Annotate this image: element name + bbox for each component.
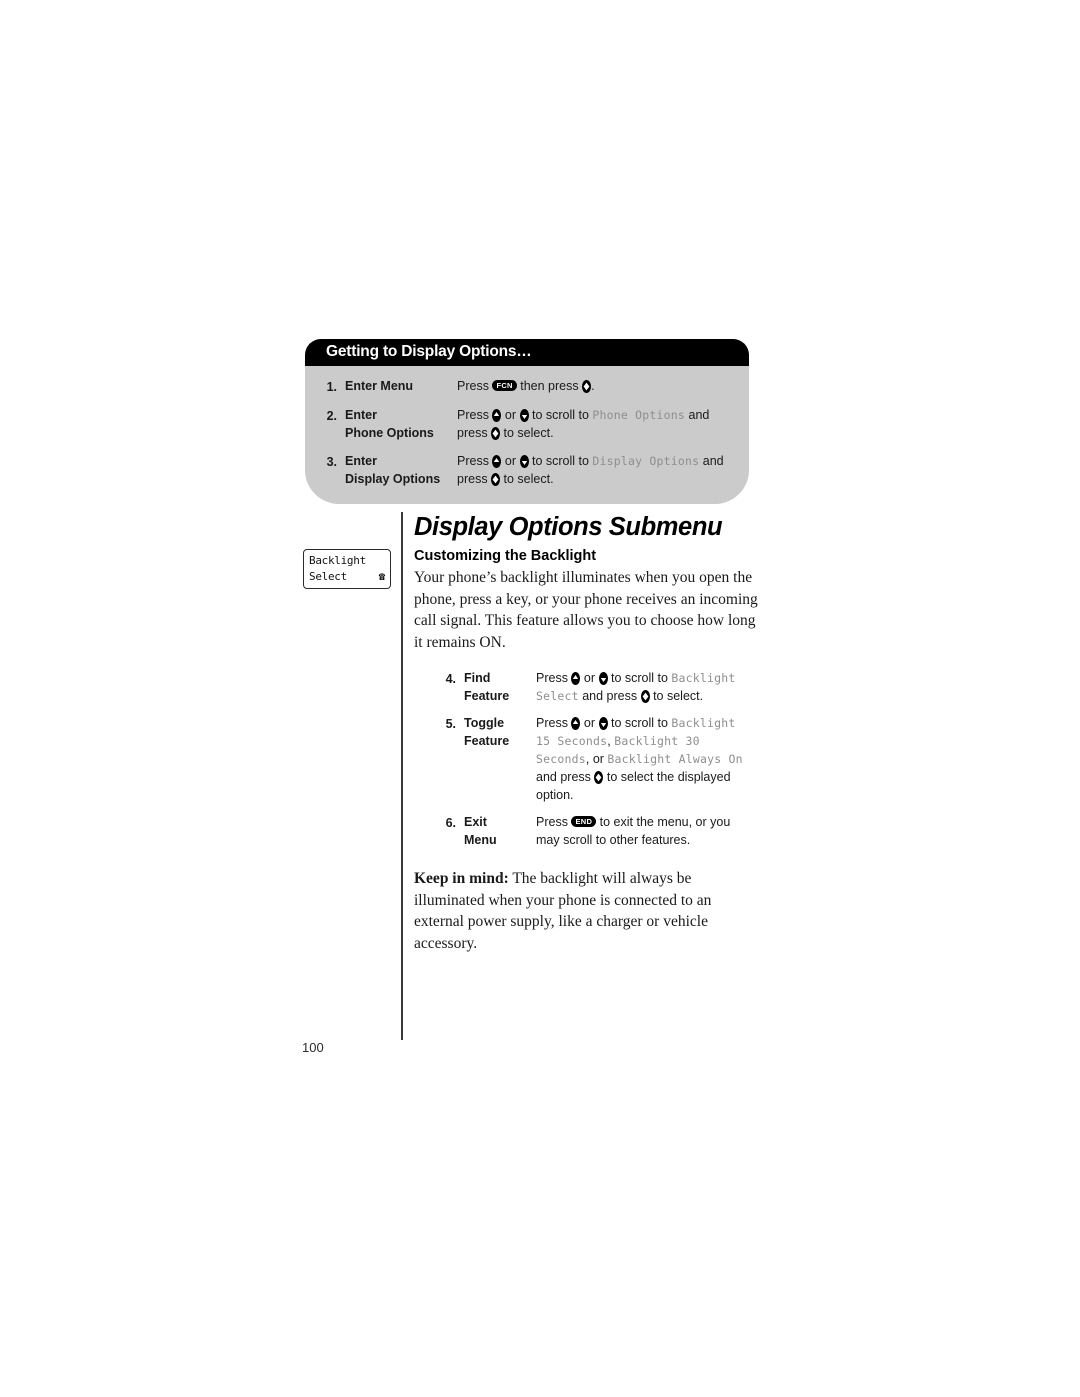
phone-display-thumbnail: Backlight Select ☎ [303, 549, 391, 589]
step-row: 3. Enter Display Options Press or to scroll… [305, 452, 749, 488]
step-label: Enter Phone Options [345, 408, 434, 440]
step-label: Enter Display Options [345, 454, 441, 486]
lower-steps-list: 4. Find Feature Press or to scroll to Backl… [430, 669, 750, 849]
phone-display-line-2-text: Select [309, 570, 347, 583]
step-row: 6. Exit Menu Press END to exit the menu, or… [430, 813, 750, 849]
end-key-icon: END [571, 816, 597, 827]
step-number: 5. [445, 717, 456, 731]
step-row: 2. Enter Phone Options Press or to scroll t… [305, 406, 749, 442]
nav-up-key-icon [492, 409, 502, 422]
step-label: Find Feature [464, 671, 510, 703]
phone-display-line-1: Backlight [309, 553, 385, 569]
step-label: Enter Menu [345, 379, 414, 393]
select-key-icon [640, 690, 650, 703]
nav-up-key-icon [492, 455, 502, 468]
telephone-icon: ☎ [378, 570, 386, 583]
step-row: 5. Toggle Feature Press or to scroll to Bac… [430, 714, 750, 804]
step-instruction: Press or to scroll to Backlight Select a… [536, 671, 736, 703]
column-divider-rule [401, 512, 403, 1040]
nav-up-key-icon [571, 717, 581, 730]
phone-display-line-2: Select ☎ [309, 569, 385, 585]
step-label: Exit Menu [464, 815, 497, 847]
lcd-text: Backlight Select [536, 671, 736, 703]
step-number: 1. [326, 380, 337, 394]
section-heading: Customizing the Backlight [414, 548, 597, 564]
select-key-icon [594, 771, 604, 784]
page-title: Display Options Submenu [414, 513, 723, 541]
nav-down-key-icon [598, 717, 608, 730]
lcd-text: Backlight Always On [607, 752, 743, 766]
step-instruction: Press or to scroll to Display Options an… [457, 454, 724, 486]
nav-down-key-icon [519, 409, 529, 422]
select-key-icon [582, 380, 592, 393]
step-number: 6. [445, 816, 456, 830]
lcd-text: Phone Options [592, 408, 686, 422]
step-number: 3. [326, 455, 337, 469]
callout-header-bar: Getting to Display Options… [305, 339, 749, 366]
phone-display-line-1-text: Backlight [309, 554, 366, 567]
page-number: 100 [302, 1040, 324, 1055]
step-instruction: Press or to scroll to Phone Options and … [457, 408, 710, 440]
fcn-key-icon: FCN [492, 380, 517, 391]
lcd-text: Display Options [592, 454, 700, 468]
step-instruction: Press FCN then press . [457, 379, 595, 393]
select-key-icon [491, 427, 501, 440]
nav-down-key-icon [519, 455, 529, 468]
step-label: Toggle Feature [464, 716, 510, 748]
select-key-icon [491, 473, 501, 486]
callout-title: Getting to Display Options… [326, 343, 532, 360]
getting-to-display-options-callout: Getting to Display Options… 1. Enter Menu… [305, 339, 749, 504]
keep-in-mind-label: Keep in mind: [414, 870, 509, 887]
nav-up-key-icon [571, 672, 581, 685]
step-number: 2. [326, 409, 337, 423]
main-content-column: Display Options Submenu Customizing the … [414, 512, 758, 954]
keep-in-mind-paragraph: Keep in mind: The backlight will always … [414, 868, 758, 954]
step-row: 4. Find Feature Press or to scroll to Backl… [430, 669, 750, 705]
step-instruction: Press or to scroll to Backlight 15 Secon… [536, 716, 743, 802]
callout-steps-list: 1. Enter Menu Press FCN then press . 2. Ente… [305, 365, 749, 504]
step-instruction: Press END to exit the menu, or you may s… [536, 815, 731, 847]
step-row: 1. Enter Menu Press FCN then press . [305, 377, 749, 396]
nav-down-key-icon [598, 672, 608, 685]
intro-paragraph: Your phone’s backlight illuminates when … [414, 569, 758, 651]
step-number: 4. [445, 672, 456, 686]
